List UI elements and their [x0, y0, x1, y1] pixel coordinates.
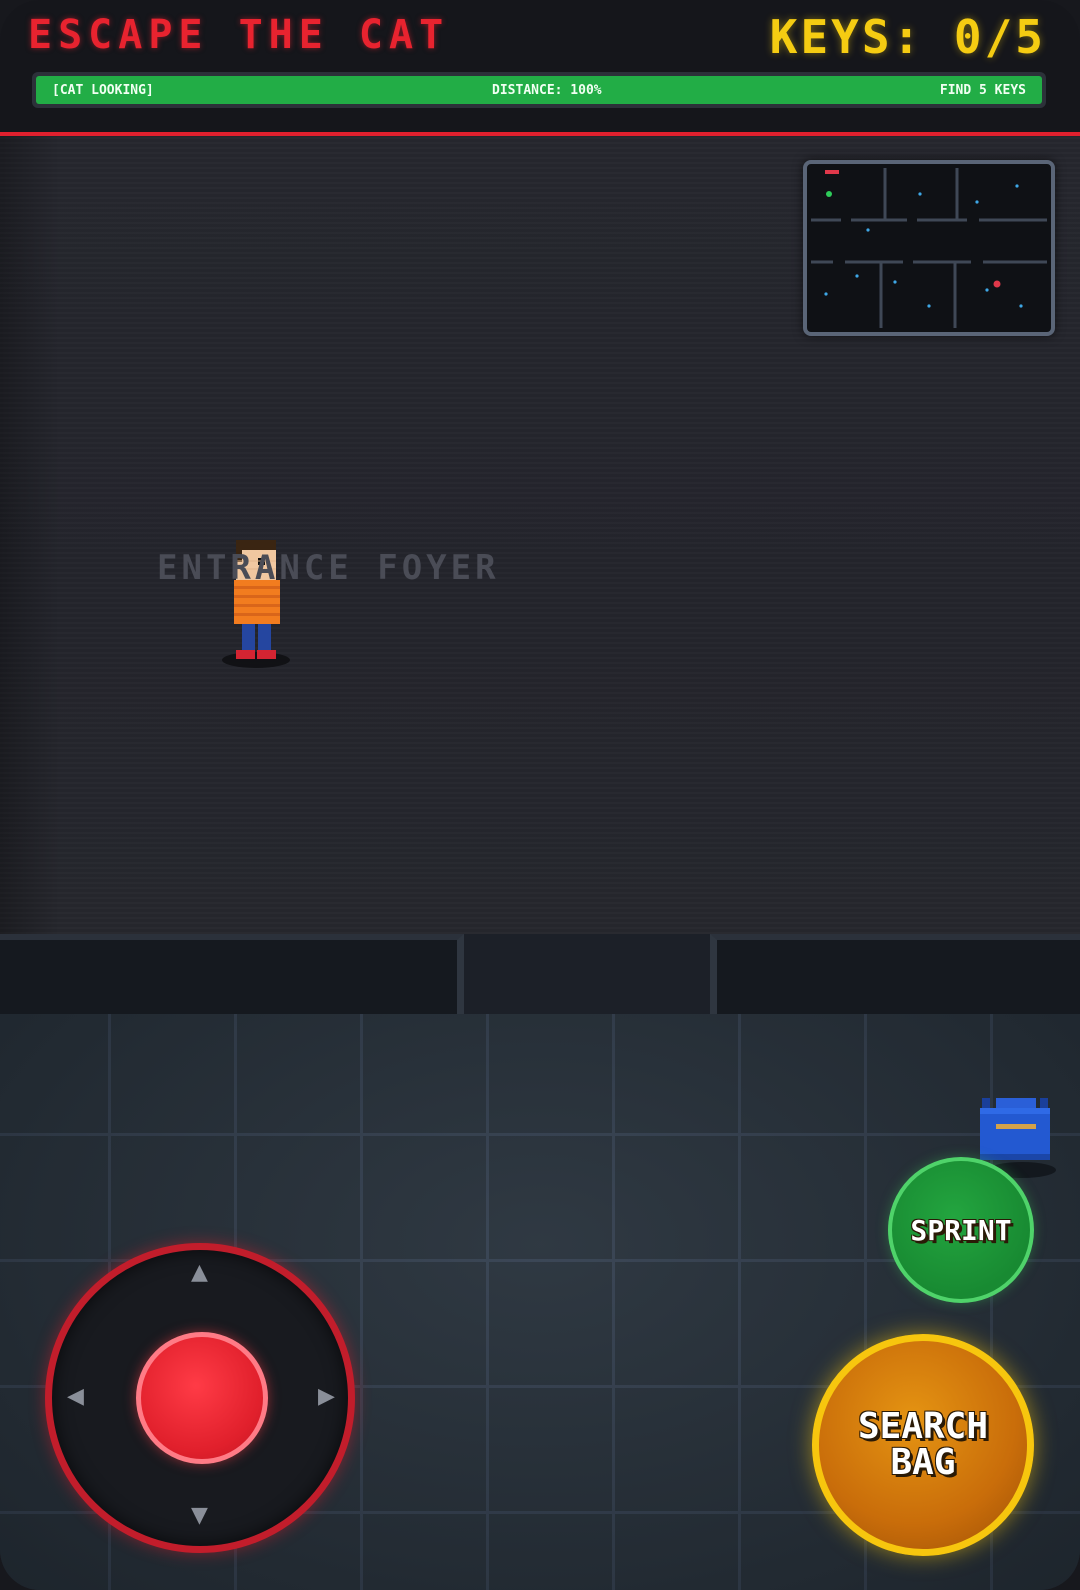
status-text-row: [CAT LOOKING] DISTANCE: 100% FIND 5 KEYS	[36, 76, 1042, 104]
doorway	[464, 934, 710, 1014]
wall-right	[710, 934, 1080, 1014]
minimap-cat-dot	[993, 280, 1001, 288]
minimap-exit-marker	[825, 170, 839, 174]
objective-text: FIND 5 KEYS	[939, 82, 1026, 98]
game-title: ESCAPE THE CAT	[28, 12, 450, 58]
wall-left	[0, 934, 464, 1014]
keys-counter: KEYS: 0/5	[769, 10, 1046, 64]
sprint-button[interactable]: SPRINT	[888, 1157, 1034, 1303]
joystick-knob[interactable]	[136, 1332, 268, 1464]
status-bar: [CAT LOOKING] DISTANCE: 100% FIND 5 KEYS	[32, 72, 1046, 108]
joystick-down-arrow-icon: ▼	[191, 1503, 208, 1528]
joystick-up-arrow-icon: ▲	[191, 1260, 208, 1285]
sprint-button-label: SPRINT	[910, 1213, 1012, 1247]
distance-text: DISTANCE: 100%	[492, 82, 602, 98]
joystick-left-arrow-icon: ◀	[67, 1384, 84, 1409]
minimap	[803, 160, 1055, 336]
room-area: ENTRANCE FOYER	[0, 136, 1080, 934]
minimap-map	[811, 168, 1047, 328]
minimap-player-dot	[826, 191, 832, 197]
room-shadow	[0, 136, 60, 934]
search-bag-button-label: SEARCH BAG	[857, 1406, 989, 1483]
hud-bar: ESCAPE THE CAT KEYS: 0/5 [CAT LOOKING] D…	[0, 0, 1080, 136]
game-screen: ESCAPE THE CAT KEYS: 0/5 [CAT LOOKING] D…	[0, 0, 1080, 1590]
joystick-right-arrow-icon: ▶	[318, 1384, 335, 1409]
search-bag-button[interactable]: SEARCH BAG	[812, 1334, 1034, 1556]
cat-state-text: [CAT LOOKING]	[52, 82, 154, 98]
room-name-label: ENTRANCE FOYER	[157, 548, 500, 588]
